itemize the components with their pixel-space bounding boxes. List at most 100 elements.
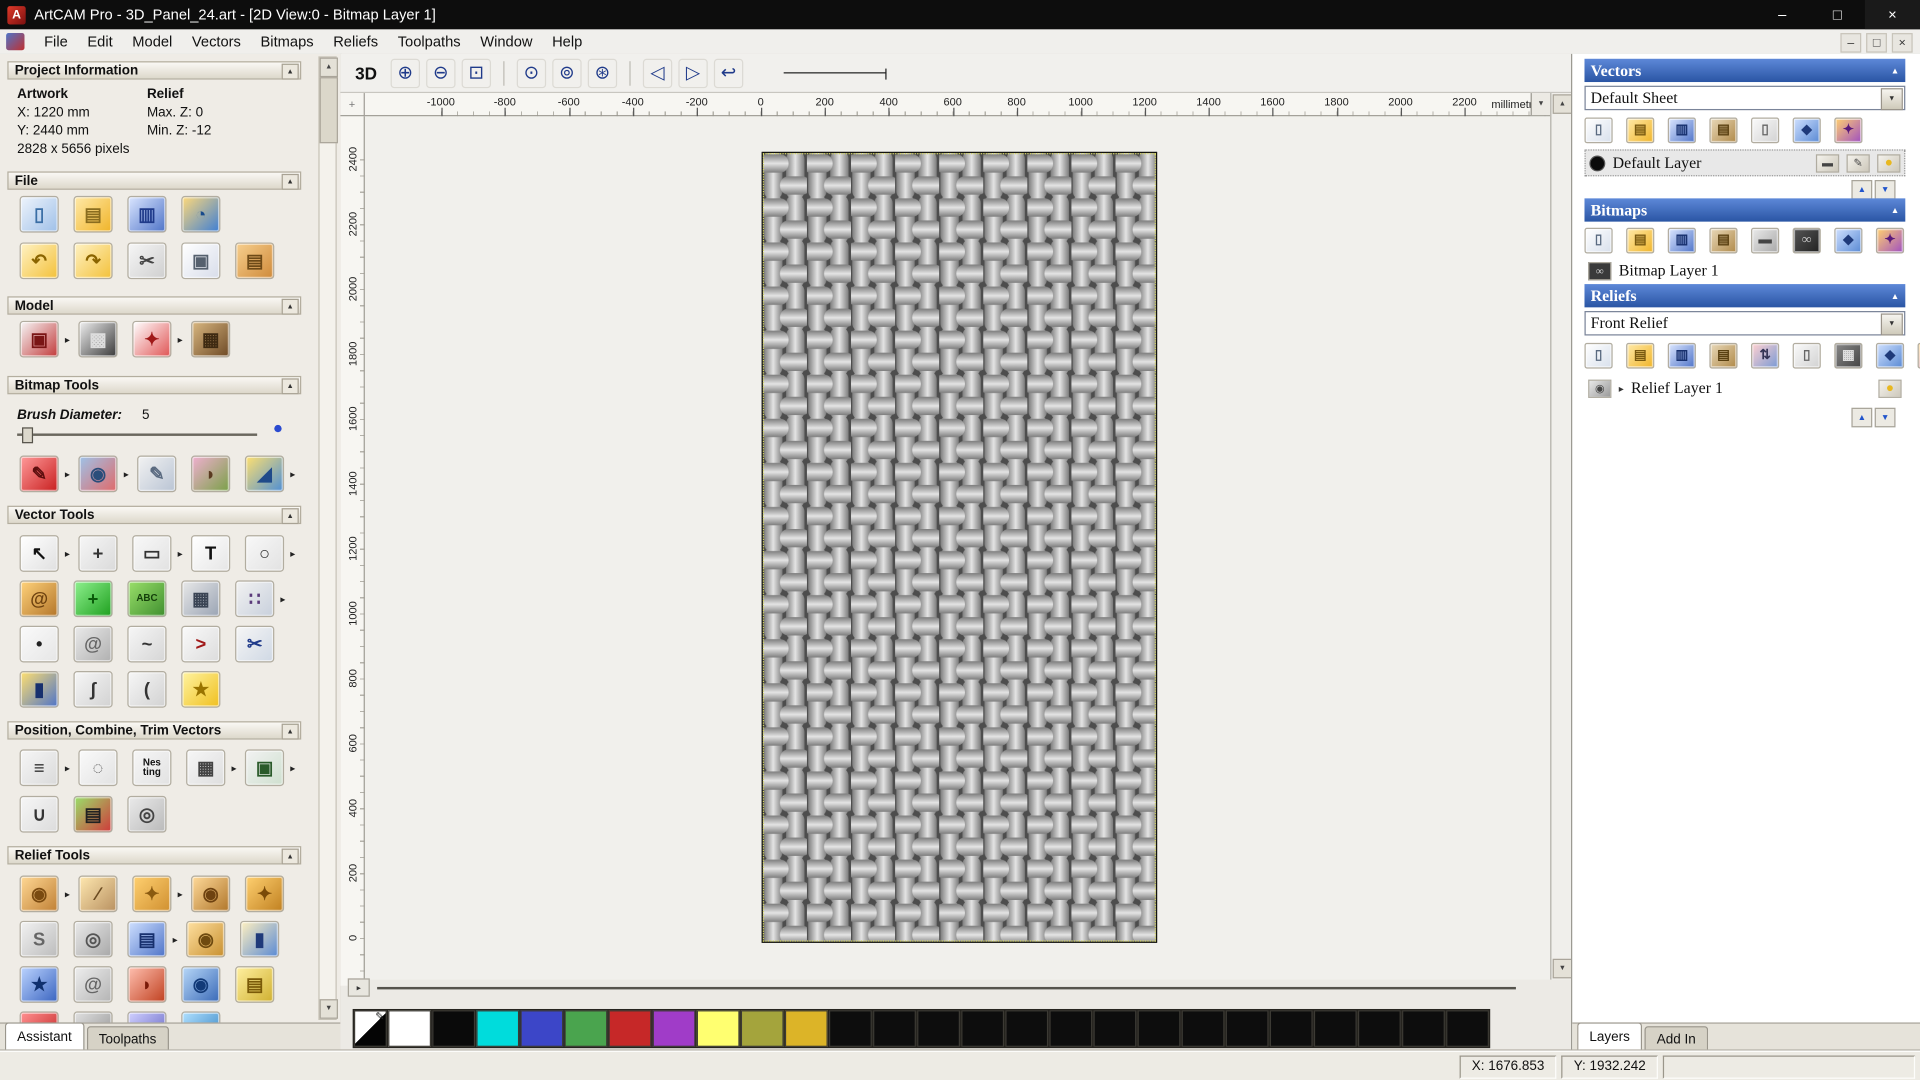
brush-diameter-slider-handle[interactable] xyxy=(22,427,34,444)
import-bitmap-layer-icon[interactable]: ▤ xyxy=(1709,227,1738,254)
relief-thumbnail-icon[interactable]: ◉ xyxy=(1588,378,1612,398)
collapse-section-button[interactable]: ▲ xyxy=(1891,66,1899,76)
colour-picker-icon[interactable]: ✎ xyxy=(137,455,177,493)
align-vectors-icon[interactable]: ≡ xyxy=(19,749,59,787)
mdi-close-button[interactable]: × xyxy=(1891,33,1913,53)
close-button[interactable]: × xyxy=(1864,0,1920,30)
colour-swatch-9[interactable] xyxy=(784,1010,828,1047)
star-relief-icon[interactable]: ★ xyxy=(19,966,59,1003)
collapse-section-button[interactable]: ▲ xyxy=(281,723,299,740)
menu-bitmaps[interactable]: Bitmaps xyxy=(251,31,324,53)
colour-palette-icon[interactable]: ◗ xyxy=(191,455,231,493)
copy-relief-layer-icon[interactable]: ▯ xyxy=(1792,342,1821,369)
layer-relief-icon[interactable]: ▤ xyxy=(235,966,275,1003)
colour-swatch-16[interactable] xyxy=(1093,1010,1137,1047)
select-vectors-flyout-arrow-icon[interactable]: ▸ xyxy=(65,548,70,559)
transfer-relief-layer-icon[interactable]: ⇅ xyxy=(1751,342,1780,369)
colour-swatch-3[interactable] xyxy=(520,1010,564,1047)
colour-swatch-20[interactable] xyxy=(1269,1010,1313,1047)
tab-toolpaths[interactable]: Toolpaths xyxy=(86,1026,169,1051)
colour-swatch-19[interactable] xyxy=(1225,1010,1269,1047)
flood-fill-flyout-arrow-icon[interactable]: ▸ xyxy=(290,468,295,479)
maximize-button[interactable]: □ xyxy=(1810,0,1865,29)
texture-fan-flyout-arrow-icon[interactable]: ▸ xyxy=(178,888,183,899)
menu-model[interactable]: Model xyxy=(122,31,182,53)
create-spiral-icon[interactable]: @ xyxy=(19,580,59,618)
offset-vectors-icon[interactable]: @ xyxy=(73,625,113,663)
redo-icon[interactable]: ↷ xyxy=(73,242,113,280)
open-bitmap-layer-icon[interactable]: ▤ xyxy=(1626,227,1655,254)
collapse-section-button[interactable]: ▲ xyxy=(281,173,299,190)
collapse-section-button[interactable]: ▲ xyxy=(281,378,299,395)
shape-editor-icon[interactable]: ◉ xyxy=(191,875,231,913)
paint-selective-flyout-arrow-icon[interactable]: ▸ xyxy=(124,468,129,479)
scroll-down-icon[interactable]: ▼ xyxy=(319,999,338,1019)
create-rectangle-flyout-arrow-icon[interactable]: ▸ xyxy=(178,548,183,559)
new-model-icon[interactable]: ▯ xyxy=(19,195,59,233)
colour-swatch-17[interactable] xyxy=(1137,1010,1181,1047)
create-polygon-flyout-arrow-icon[interactable]: ▸ xyxy=(280,593,285,604)
3d-view-button[interactable]: 3D xyxy=(355,63,377,83)
zoom-in-icon[interactable]: ⊕ xyxy=(390,58,420,88)
set-model-size-flyout-arrow-icon[interactable]: ▸ xyxy=(65,334,70,345)
colour-swatch-5[interactable] xyxy=(608,1010,652,1047)
scroll-up-icon[interactable]: ▲ xyxy=(319,57,338,78)
zoom-selected-icon[interactable]: ⊛ xyxy=(587,58,618,88)
save-model-icon[interactable]: ▥ xyxy=(127,195,167,233)
save-bitmap-layer-icon[interactable]: ▥ xyxy=(1667,227,1696,254)
create-ellipse-icon[interactable]: ○ xyxy=(244,535,285,572)
relief-layer-row[interactable]: ◉ ▸ Relief Layer 1 ● xyxy=(1584,375,1905,402)
vector-layer-row[interactable]: Default Layer ▬ ✎ ● xyxy=(1584,149,1906,177)
dropdown-arrow-icon[interactable]: ▼ xyxy=(1880,313,1903,336)
tab-assistant[interactable]: Assistant xyxy=(4,1022,85,1051)
texture-fan-icon[interactable]: ✦ xyxy=(132,875,172,913)
delete-vector-layer-icon[interactable]: ◆ xyxy=(1792,117,1821,144)
undo-icon[interactable]: ↶ xyxy=(19,242,59,280)
scrollbar-thumb[interactable] xyxy=(319,77,338,144)
colour-swatch-4[interactable] xyxy=(564,1010,608,1047)
collapse-section-button[interactable]: ▲ xyxy=(1891,205,1899,215)
colour-swatch-8[interactable] xyxy=(740,1010,784,1047)
bitmap-layer-options-icon[interactable]: ✦ xyxy=(1875,227,1905,254)
save-relief-layer-icon[interactable]: ▥ xyxy=(1667,342,1696,369)
scrollbar-track[interactable] xyxy=(377,986,1516,989)
open-model-icon[interactable]: ▤ xyxy=(73,195,113,233)
create-polygon-icon[interactable]: ∷ xyxy=(235,580,275,618)
group-vectors-flyout-arrow-icon[interactable]: ▸ xyxy=(290,762,295,773)
edit-layer-icon[interactable]: ✎ xyxy=(1846,153,1870,173)
sculpt-relief-flyout-arrow-icon[interactable]: ▸ xyxy=(65,888,70,899)
set-model-size-icon[interactable]: ▣ xyxy=(19,320,59,358)
tab-layers[interactable]: Layers xyxy=(1577,1022,1643,1051)
ruler-origin-button[interactable]: + xyxy=(340,93,365,117)
colour-swatch-1[interactable] xyxy=(432,1010,476,1047)
adjust-bitmap-layer-icon[interactable]: ▬ xyxy=(1751,227,1780,254)
align-vectors-flyout-arrow-icon[interactable]: ▸ xyxy=(65,762,70,773)
scroll-down-icon[interactable]: ▼ xyxy=(1552,958,1573,979)
move-layer-up-icon[interactable]: ▲ xyxy=(1851,180,1873,200)
block-copy-flyout-arrow-icon[interactable]: ▸ xyxy=(231,762,236,773)
paste-along-curve-icon[interactable]: ▦ xyxy=(181,580,221,618)
collapse-section-button[interactable]: ▲ xyxy=(281,848,299,865)
collapse-section-button[interactable]: ▲ xyxy=(281,298,299,315)
sculpt-relief-icon[interactable]: ◉ xyxy=(19,875,59,913)
import-vector-layer-icon[interactable]: ▤ xyxy=(1709,117,1738,144)
previous-view-icon[interactable]: ◁ xyxy=(642,58,673,88)
create-ellipse-flyout-arrow-icon[interactable]: ▸ xyxy=(290,548,295,559)
relief-tool-d-icon[interactable] xyxy=(181,1011,221,1023)
open-vector-layer-icon[interactable]: ▤ xyxy=(1626,117,1655,144)
texture-relief-icon[interactable]: ◉ xyxy=(181,966,221,1003)
zoom-fit-icon[interactable]: ⊙ xyxy=(516,58,547,88)
join-vectors-icon[interactable]: ∪ xyxy=(19,795,59,833)
node-editing-icon[interactable]: ʃ xyxy=(73,671,113,708)
relief-claw-icon[interactable]: ✦ xyxy=(244,875,285,913)
paint-icon[interactable]: ✎ xyxy=(19,455,59,493)
create-polyline-icon[interactable]: + xyxy=(73,580,113,618)
relief-library-icon[interactable]: ▤ xyxy=(127,920,167,958)
assistant-scrollbar[interactable]: ▲ ▼ xyxy=(318,56,338,1021)
ruler-options-button[interactable]: ▼ xyxy=(1530,93,1551,116)
export-vector-layer-icon[interactable]: ▯ xyxy=(1751,117,1780,144)
bitmap-preview-icon[interactable]: ∞ xyxy=(1588,261,1612,280)
sheet-selector-dropdown[interactable]: Default Sheet ▼ xyxy=(1584,85,1906,111)
lighting-material-icon[interactable]: ✦ xyxy=(132,320,172,358)
new-bitmap-layer-icon[interactable]: ▯ xyxy=(1584,227,1613,254)
